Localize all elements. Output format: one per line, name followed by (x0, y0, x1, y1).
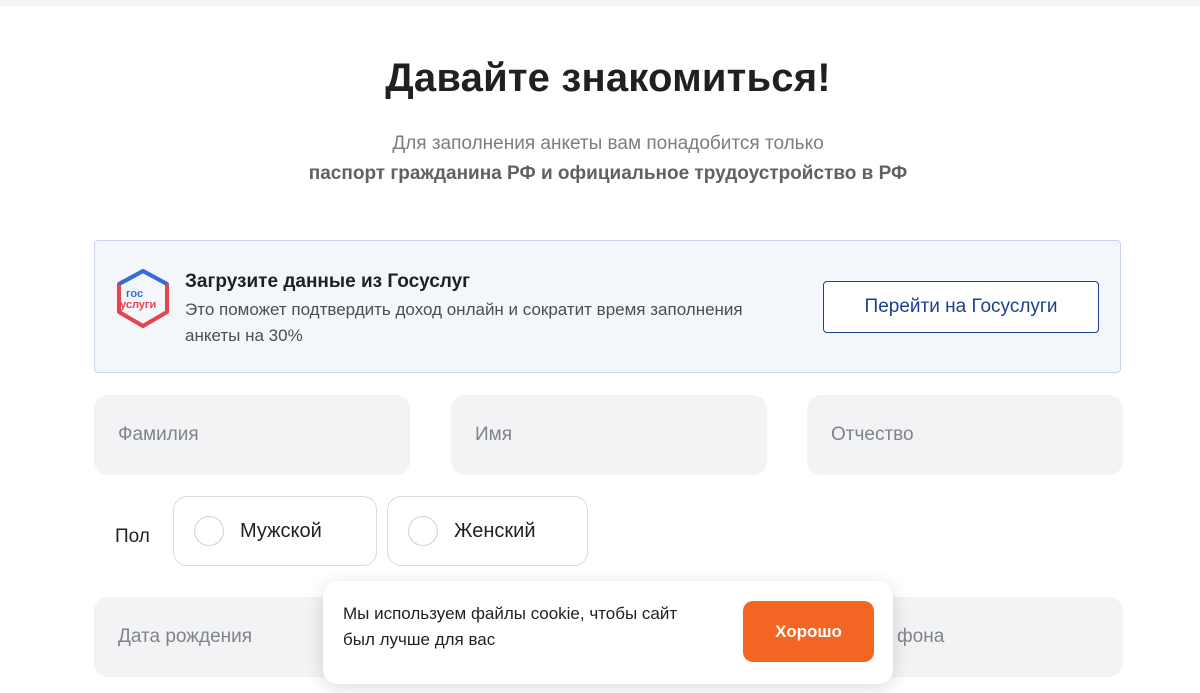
name-input[interactable] (473, 423, 742, 447)
gender-female-label: Женский (454, 519, 536, 542)
page-subtitle: Для заполнения анкеты вам понадобится то… (392, 133, 824, 154)
cookie-accept-button[interactable]: Хорошо (743, 601, 874, 662)
patronymic-field[interactable] (807, 395, 1123, 475)
radio-circle-icon (194, 516, 224, 546)
phone-input[interactable] (895, 625, 1105, 649)
surname-input[interactable] (116, 423, 385, 447)
gender-female-radio[interactable]: Женский (387, 496, 588, 566)
radio-circle-icon (408, 516, 438, 546)
page-subtitle-bold: паспорт гражданина РФ и официальное труд… (308, 163, 908, 184)
gender-label: Пол (115, 526, 150, 547)
top-strip (0, 0, 1200, 6)
page: Давайте знакомиться! Для заполнения анке… (0, 0, 1200, 693)
patronymic-input[interactable] (829, 423, 1098, 447)
gender-male-radio[interactable]: Мужской (173, 496, 377, 566)
surname-field[interactable] (94, 395, 410, 475)
gosuslugi-description: Это поможет подтвердить доход онлайн и с… (185, 300, 743, 345)
svg-text:услуги: услуги (120, 299, 156, 311)
gosuslugi-button[interactable]: Перейти на Госуслуги (823, 281, 1099, 333)
cookie-banner: Мы используем файлы cookie, чтобы сайт б… (323, 581, 893, 684)
gender-male-label: Мужской (240, 519, 322, 542)
gosuslugi-logo-icon: гос услуги (115, 268, 171, 330)
gosuslugi-title: Загрузите данные из Госуслуг (185, 271, 471, 292)
page-title: Давайте знакомиться! (385, 56, 831, 100)
gosuslugi-card: гос услуги Загрузите данные из Госуслуг … (94, 240, 1121, 373)
cookie-text: Мы используем файлы cookie, чтобы сайт б… (343, 604, 678, 649)
name-field[interactable] (451, 395, 767, 475)
